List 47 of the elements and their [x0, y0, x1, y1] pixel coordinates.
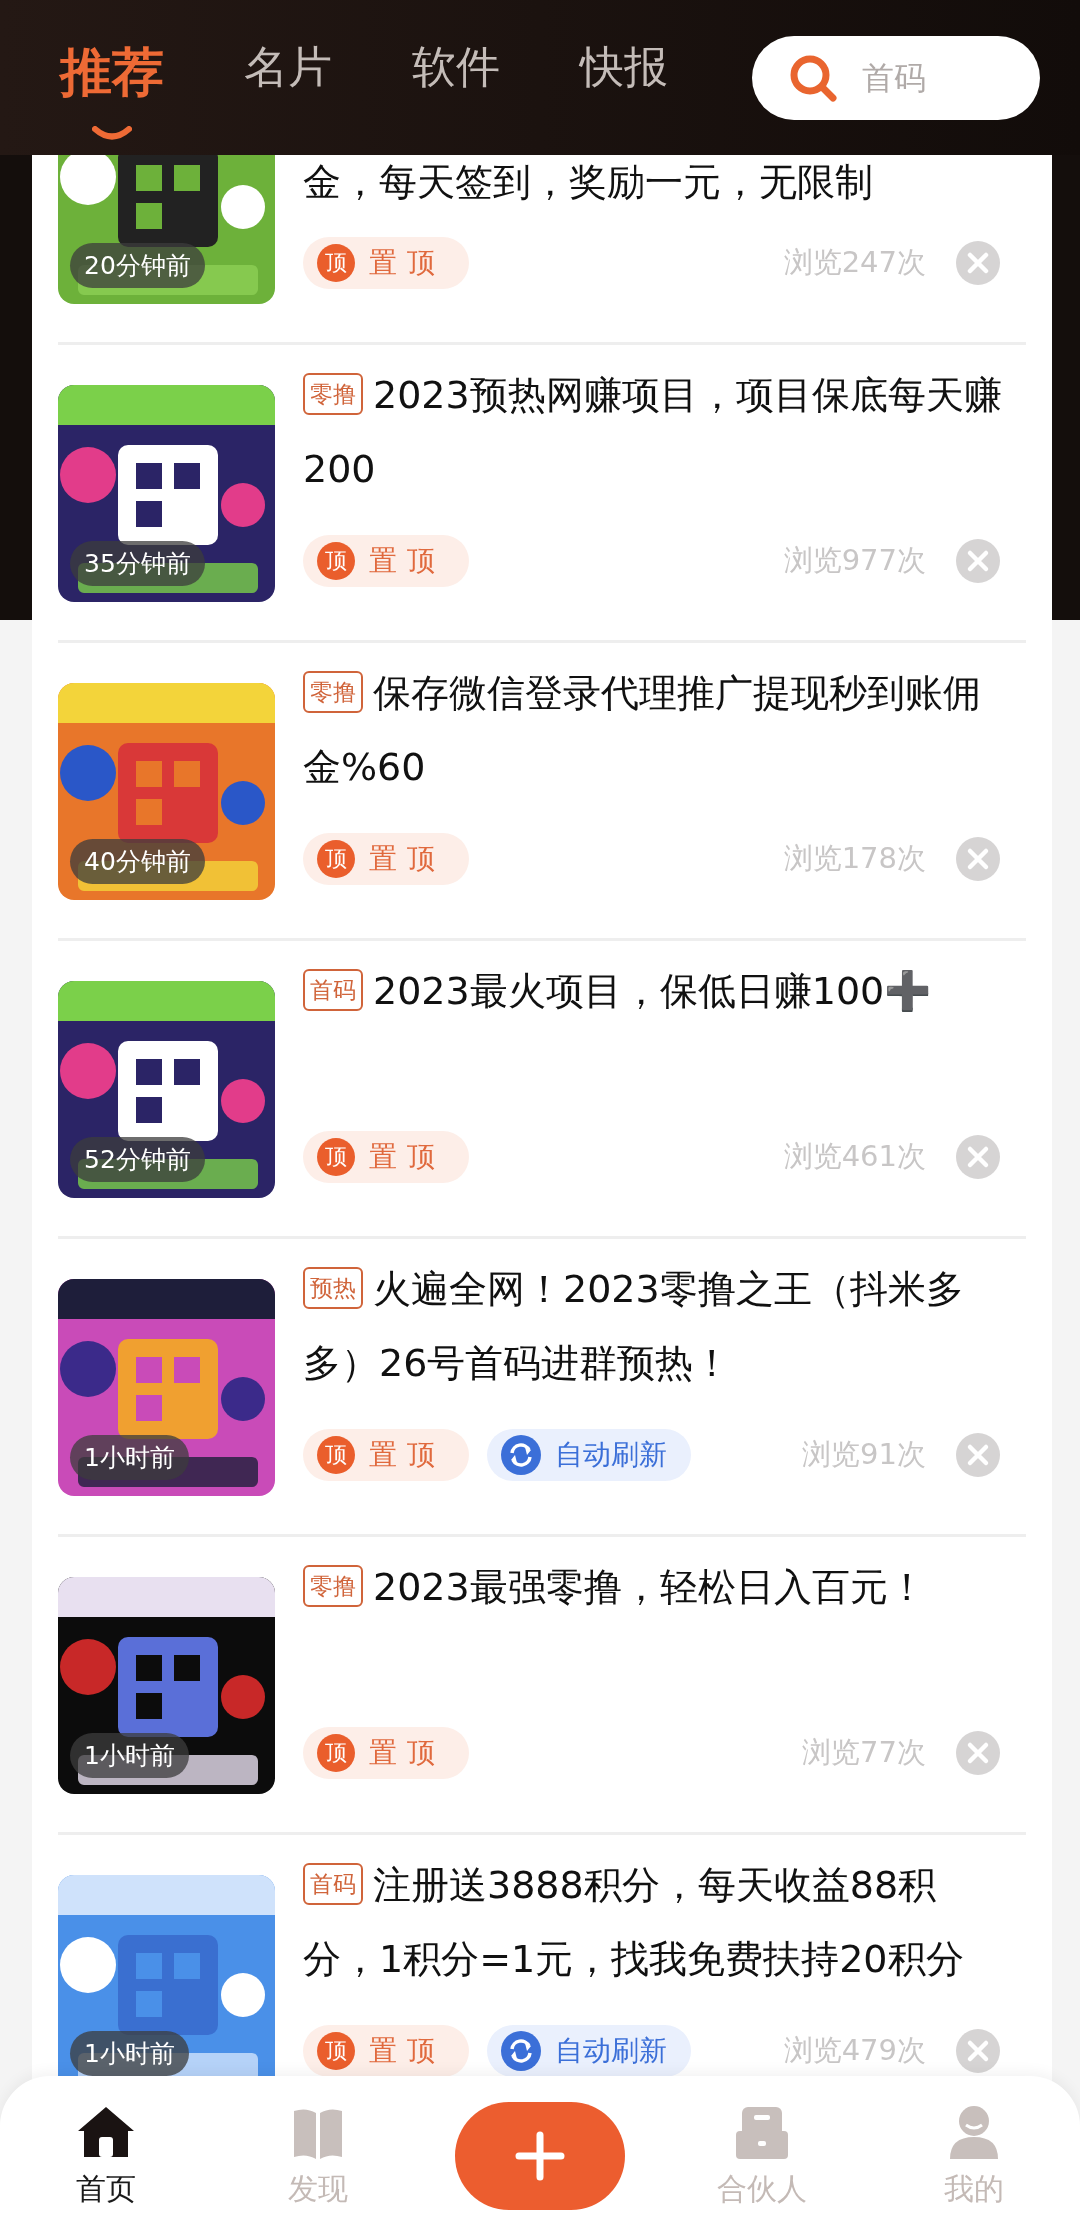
post-title[interactable]: 金，每天签到，奖励一元，无限制 — [303, 159, 1006, 205]
close-icon[interactable] — [956, 1135, 1000, 1179]
category-tab[interactable]: 名片 — [244, 37, 332, 118]
pin-top-button[interactable]: 顶 置顶 — [303, 1429, 469, 1481]
close-icon[interactable] — [956, 539, 1000, 583]
refresh-icon — [501, 1435, 541, 1475]
close-icon[interactable] — [956, 2029, 1000, 2073]
close-icon[interactable] — [956, 241, 1000, 285]
category-tab[interactable]: 推荐 — [60, 37, 164, 118]
post-title[interactable]: 首码 2023最火项目，保低日赚100➕ — [303, 954, 1006, 1028]
time-label: 1小时前 — [70, 1435, 189, 1480]
close-icon[interactable] — [956, 1433, 1000, 1477]
auto-refresh-button[interactable]: 自动刷新 — [487, 1429, 691, 1481]
view-count: 浏览178次 — [783, 840, 926, 877]
post-title[interactable]: 零撸 保存微信登录代理推广提现秒到账佣金%60 — [303, 656, 1006, 804]
pin-top-button[interactable]: 顶 置顶 — [303, 535, 469, 587]
post-title[interactable]: 预热 火遍全网！2023零撸之王（抖米多多）26号首码进群预热！ — [303, 1252, 1006, 1400]
time-label: 1小时前 — [70, 1733, 189, 1778]
plus-icon — [515, 2131, 565, 2181]
view-count: 浏览247次 — [783, 244, 926, 281]
category-tab[interactable]: 软件 — [412, 37, 500, 118]
time-label: 20分钟前 — [70, 243, 205, 288]
view-count: 浏览91次 — [802, 1436, 926, 1473]
pin-top-button[interactable]: 顶 置顶 — [303, 2025, 469, 2077]
pin-top-button[interactable]: 顶 置顶 — [303, 237, 469, 289]
close-icon[interactable] — [956, 837, 1000, 881]
post-title[interactable]: 零撸 2023预热网赚项目，项目保底每天赚200 — [303, 358, 1006, 506]
time-label: 40分钟前 — [70, 839, 205, 884]
pin-top-button[interactable]: 顶 置顶 — [303, 1131, 469, 1183]
post-title[interactable]: 零撸 2023最强零撸，轻松日入百元！ — [303, 1550, 1006, 1624]
pin-top-button[interactable]: 顶 置顶 — [303, 1727, 469, 1779]
category-tab[interactable]: 快报 — [580, 37, 668, 118]
time-label: 1小时前 — [70, 2031, 189, 2076]
close-icon[interactable] — [956, 1731, 1000, 1775]
nav-tab[interactable]: 首页 — [31, 2102, 181, 2210]
time-label: 35分钟前 — [70, 541, 205, 586]
auto-refresh-button[interactable]: 自动刷新 — [487, 2025, 691, 2077]
pin-top-button[interactable]: 顶 置顶 — [303, 833, 469, 885]
view-count: 浏览479次 — [783, 2032, 926, 2069]
search-field[interactable]: 首码 — [752, 35, 1040, 120]
refresh-icon — [501, 2031, 541, 2071]
underline-icon — [92, 125, 132, 142]
view-count: 浏览461次 — [783, 1138, 926, 1175]
time-label: 52分钟前 — [70, 1137, 205, 1182]
post-title[interactable]: 首码 注册送3888积分，每天收益88积分，1积分=1元，找我免费扶持20积分 — [303, 1848, 1006, 1996]
view-count: 浏览977次 — [783, 542, 926, 579]
view-count: 浏览77次 — [802, 1734, 926, 1771]
